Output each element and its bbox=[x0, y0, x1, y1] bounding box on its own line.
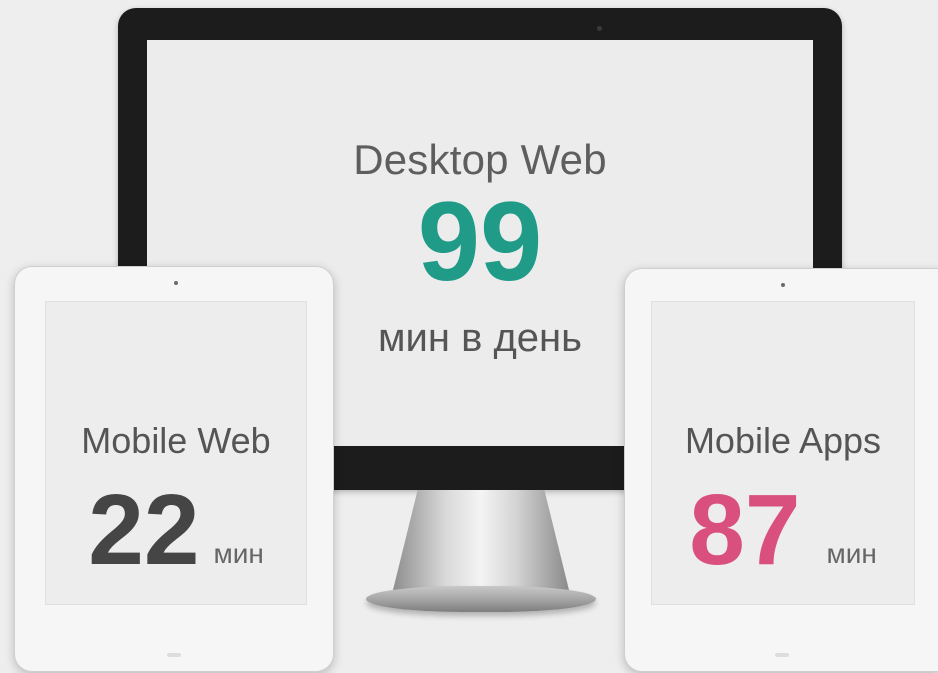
mobile-web-title: Mobile Web bbox=[81, 420, 271, 461]
infographic: Desktop Web 99 мин в день Mobile Web 22 … bbox=[0, 0, 938, 673]
tablet-mobile-web: Mobile Web 22 мин bbox=[14, 266, 334, 672]
mobile-web-stat: 22 мин bbox=[46, 480, 306, 580]
mobile-apps-value: 87 bbox=[689, 474, 801, 586]
desktop-web-title: Desktop Web bbox=[353, 136, 607, 183]
monitor-stand bbox=[393, 490, 569, 590]
tablet-mobile-apps: Mobile Apps 87 мин bbox=[624, 268, 938, 672]
tablet-camera-icon bbox=[781, 283, 785, 287]
tablet-home-button-icon bbox=[167, 653, 181, 657]
tablet-home-button-icon bbox=[775, 653, 789, 657]
monitor-base bbox=[366, 586, 596, 612]
mobile-apps-title: Mobile Apps bbox=[684, 420, 882, 461]
tablet-screen: Mobile Apps 87 мин bbox=[651, 301, 915, 605]
mobile-web-value: 22 bbox=[88, 474, 200, 586]
tablet-camera-icon bbox=[174, 281, 178, 285]
tablet-screen: Mobile Web 22 мин bbox=[45, 301, 307, 605]
mobile-apps-stat: 87 мин bbox=[652, 480, 914, 580]
mobile-apps-unit: мин bbox=[826, 538, 877, 569]
mobile-web-unit: мин bbox=[213, 538, 264, 569]
camera-icon bbox=[597, 26, 602, 31]
